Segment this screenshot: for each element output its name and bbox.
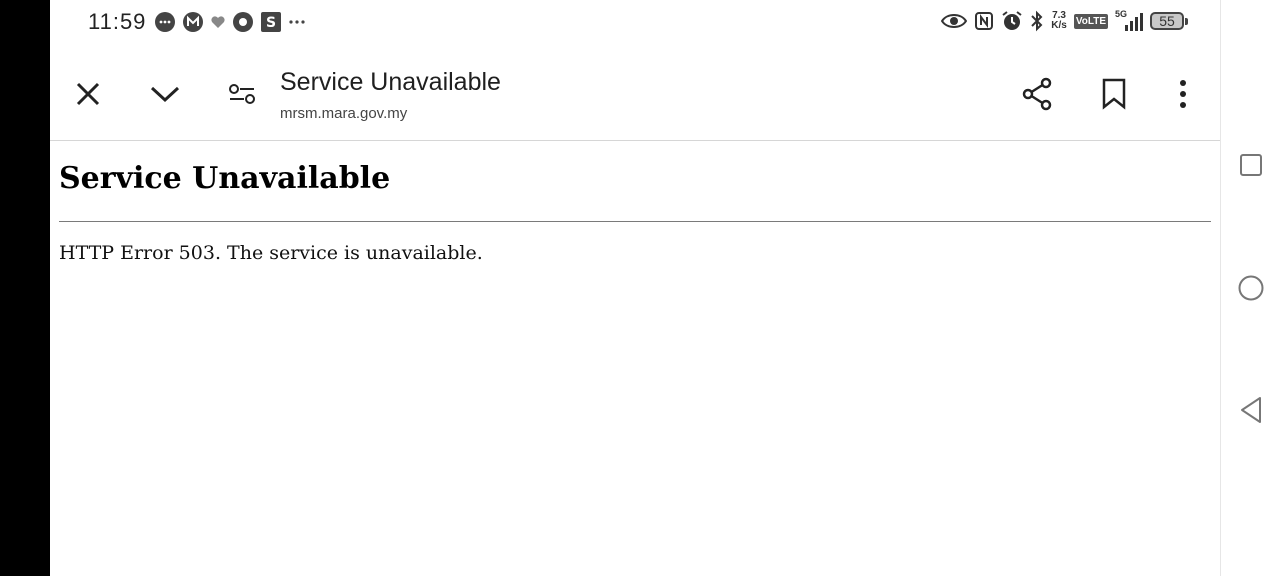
close-button[interactable]: [64, 70, 112, 118]
svg-text:S: S: [266, 15, 276, 31]
chat-bubble-icon: [155, 12, 175, 32]
nfc-icon: [975, 12, 994, 30]
volte-badge: VoLTE: [1073, 13, 1108, 29]
circle-icon: [1238, 275, 1264, 301]
left-black-bar: [0, 0, 50, 576]
browser-screen: 11:59 S 7.3 K/s VoLTE 5G 55 Service Unav…: [50, 0, 1220, 576]
signal-strength: 5G: [1115, 9, 1143, 31]
signal-bar: [1125, 25, 1128, 31]
system-status-icons: 7.3 K/s VoLTE 5G 55: [941, 9, 1188, 32]
custom-tab-toolbar: Service Unavailable mrsm.mara.gov.my: [50, 44, 1220, 141]
chevron-down-icon: [150, 86, 180, 103]
minimize-button[interactable]: [141, 70, 189, 118]
home-button[interactable]: [1238, 275, 1264, 301]
tune-icon: [229, 84, 255, 104]
error-message: HTTP Error 503. The service is unavailab…: [59, 242, 483, 264]
signal-bar: [1140, 13, 1143, 31]
error-heading: Service Unavailable: [59, 161, 391, 196]
app-circle-icon: [233, 12, 253, 32]
s-app-icon: S: [261, 12, 281, 32]
status-bar: 11:59 S 7.3 K/s VoLTE 5G 55: [50, 0, 1220, 44]
system-navigation-bar: [1220, 0, 1280, 576]
bookmark-icon: [1102, 78, 1126, 110]
heart-icon: [211, 16, 225, 28]
more-notifications-icon: [289, 20, 305, 24]
close-icon: [76, 82, 100, 106]
more-vert-icon: [1180, 80, 1186, 108]
share-icon: [1022, 77, 1052, 111]
page-title: Service Unavailable: [280, 68, 501, 96]
m-app-icon: [183, 12, 203, 32]
site-settings-button[interactable]: [218, 70, 266, 118]
page-url[interactable]: mrsm.mara.gov.my: [280, 105, 407, 122]
square-icon: [1240, 154, 1262, 176]
battery-indicator: 55: [1150, 12, 1188, 30]
eye-icon: [941, 14, 968, 28]
back-button[interactable]: [1239, 396, 1263, 424]
signal-bar: [1130, 21, 1133, 31]
recents-button[interactable]: [1239, 153, 1263, 177]
notification-icons: S: [154, 11, 306, 33]
bookmark-button[interactable]: [1090, 70, 1138, 118]
network-speed: 7.3 K/s: [1051, 10, 1067, 31]
bluetooth-icon: [1031, 10, 1043, 32]
share-button[interactable]: [1013, 70, 1061, 118]
divider: [59, 221, 1211, 222]
alarm-icon: [1002, 11, 1022, 30]
network-type: 5G: [1115, 9, 1128, 19]
status-time: 11:59: [88, 9, 147, 34]
signal-bar: [1135, 17, 1138, 31]
overflow-menu-button[interactable]: [1159, 70, 1207, 118]
triangle-back-icon: [1241, 397, 1261, 423]
